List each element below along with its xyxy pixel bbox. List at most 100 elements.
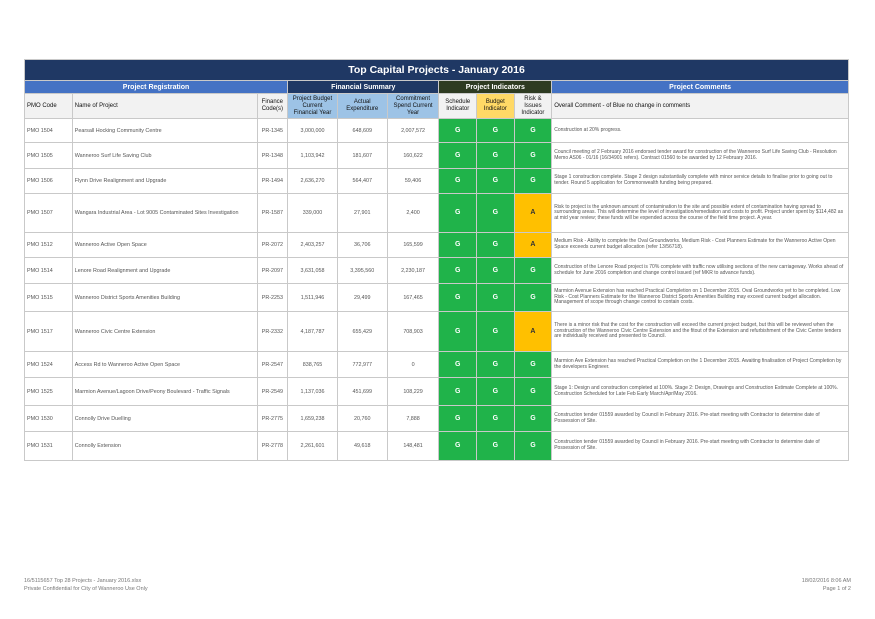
finance-code-cell: PR-2547 <box>256 351 289 378</box>
finance-code-cell: PR-2549 <box>256 377 289 406</box>
project-name-cell: Wanneroo Active Open Space <box>71 232 258 258</box>
project-name-cell: Lenore Road Realignment and Upgrade <box>71 257 258 284</box>
budget-cell: 1,137,036 <box>287 377 338 406</box>
group-registration: Project Registration <box>23 80 289 94</box>
pmo-code-cell: PMO 1517 <box>24 311 73 352</box>
risk-indicator-cell: G <box>513 118 553 143</box>
schedule-indicator-cell: G <box>438 405 478 432</box>
budget-indicator-cell: G <box>476 405 515 432</box>
risk-indicator-cell: G <box>513 257 553 284</box>
finance-code-cell: PR-2778 <box>256 431 289 461</box>
pmo-code-cell: PMO 1524 <box>24 351 73 378</box>
capital-projects-table: Top Capital Projects - January 2016 Proj… <box>23 59 849 461</box>
comment-cell: Construction at 20% progress. <box>551 118 849 143</box>
comment-cell: Construction tender 01559 awarded by Cou… <box>551 431 849 461</box>
commitment-cell: 7,888 <box>386 405 440 432</box>
actual-cell: 655,429 <box>336 311 388 352</box>
finance-code-cell: PR-1494 <box>256 168 289 194</box>
commitment-cell: 0 <box>386 351 440 378</box>
col-pmo-code: PMO Code <box>24 93 73 119</box>
col-budget-indicator: Budget Indicator <box>476 93 515 119</box>
table-row: PMO 1505 Wanneroo Surf Life Saving Club PR… <box>24 142 849 169</box>
group-financial: Financial Summary <box>287 80 440 94</box>
actual-cell: 27,901 <box>336 193 388 233</box>
actual-cell: 49,618 <box>336 431 388 461</box>
comment-cell: Risk to project is the unknown amount of… <box>551 193 849 233</box>
budget-indicator-cell: G <box>476 168 515 194</box>
schedule-indicator-cell: G <box>438 142 478 169</box>
risk-indicator-cell: A <box>513 193 553 233</box>
schedule-indicator-cell: G <box>438 377 478 406</box>
comment-cell: Construction tender 01559 awarded by Cou… <box>551 405 849 432</box>
budget-indicator-cell: G <box>476 431 515 461</box>
table-row: PMO 1512 Wanneroo Active Open Space PR-207… <box>24 232 849 258</box>
commitment-cell: 167,465 <box>386 283 440 312</box>
actual-cell: 564,407 <box>336 168 388 194</box>
risk-indicator-cell: G <box>513 168 553 194</box>
group-comments: Project Comments <box>551 80 849 94</box>
project-rows: PMO 1504 Pearsall Hocking Community Centr… <box>24 118 849 461</box>
risk-indicator-cell: G <box>513 142 553 169</box>
finance-code-cell: PR-2072 <box>256 232 289 258</box>
commitment-cell: 165,599 <box>386 232 440 258</box>
col-overall-comment: Overall Comment - of Blue no change in c… <box>551 93 849 119</box>
pmo-code-cell: PMO 1530 <box>24 405 73 432</box>
finance-code-cell: PR-1345 <box>256 118 289 143</box>
col-finance-code: Finance Code(s) <box>256 93 289 119</box>
commitment-cell: 2,007,572 <box>386 118 440 143</box>
project-name-cell: Connolly Extension <box>71 431 258 461</box>
col-schedule-indicator: Schedule Indicator <box>438 93 478 119</box>
footer-date: 18/02/2016 8:06 AM <box>801 578 851 584</box>
schedule-indicator-cell: G <box>438 283 478 312</box>
risk-indicator-cell: G <box>513 351 553 378</box>
actual-cell: 451,699 <box>336 377 388 406</box>
schedule-indicator-cell: G <box>438 193 478 233</box>
comment-cell: Marmion Avenue Extension has reached Pra… <box>551 283 849 312</box>
pmo-code-cell: PMO 1505 <box>24 142 73 169</box>
table-row: PMO 1524 Access Rd to Wanneroo Active Ope… <box>24 351 849 378</box>
commitment-cell: 708,903 <box>386 311 440 352</box>
project-name-cell: Wanneroo Civic Centre Extension <box>71 311 258 352</box>
footer-right: 18/02/2016 8:06 AM Page 1 of 2 <box>802 577 851 593</box>
commitment-cell: 160,622 <box>386 142 440 169</box>
schedule-indicator-cell: G <box>438 431 478 461</box>
schedule-indicator-cell: G <box>438 311 478 352</box>
budget-indicator-cell: G <box>476 193 515 233</box>
comment-cell: Council meeting of 2 February 2016 endor… <box>551 142 849 169</box>
col-project-name: Name of Project <box>71 93 258 119</box>
pmo-code-cell: PMO 1504 <box>24 118 73 143</box>
budget-cell: 2,403,257 <box>287 232 338 258</box>
table-row: PMO 1531 Connolly Extension PR-2778 2,261,6… <box>24 431 849 461</box>
risk-indicator-cell: A <box>513 311 553 352</box>
col-risk-indicator: Risk & Issues Indicator <box>513 93 553 119</box>
finance-code-cell: PR-2097 <box>256 257 289 284</box>
commitment-cell: 2,230,187 <box>386 257 440 284</box>
report-title: Top Capital Projects - January 2016 <box>24 59 849 81</box>
pmo-code-cell: PMO 1514 <box>24 257 73 284</box>
project-name-cell: Pearsall Hocking Community Centre <box>71 118 258 143</box>
schedule-indicator-cell: G <box>438 257 478 284</box>
table-row: PMO 1515 Wanneroo District Sports Ameniti… <box>24 283 849 312</box>
col-commitment: Commitment Spend Current Year <box>386 93 440 119</box>
comment-cell: Medium Risk - Ability to complete the Ov… <box>551 232 849 258</box>
finance-code-cell: PR-2253 <box>256 283 289 312</box>
budget-indicator-cell: G <box>476 232 515 258</box>
table-row: PMO 1507 Wangara Industrial Area - Lot 90… <box>24 193 849 233</box>
comment-cell: Stage 1: Design and construction complet… <box>551 377 849 406</box>
footer-page: Page 1 of 2 <box>822 586 851 592</box>
project-name-cell: Connolly Drive Duelling <box>71 405 258 432</box>
table-row: PMO 1504 Pearsall Hocking Community Centr… <box>24 118 849 143</box>
table-row: PMO 1530 Connolly Drive Duelling PR-2775 1,… <box>24 405 849 432</box>
budget-cell: 2,261,601 <box>287 431 338 461</box>
risk-indicator-cell: G <box>513 283 553 312</box>
budget-indicator-cell: G <box>476 351 515 378</box>
risk-indicator-cell: G <box>513 377 553 406</box>
actual-cell: 3,395,560 <box>336 257 388 284</box>
table-row: PMO 1514 Lenore Road Realignment and Upgr… <box>24 257 849 284</box>
budget-cell: 3,000,000 <box>287 118 338 143</box>
group-indicators: Project Indicators <box>438 80 553 94</box>
table-row: PMO 1506 Flynn Drive Realignment and Upgr… <box>24 168 849 194</box>
budget-indicator-cell: G <box>476 311 515 352</box>
col-budget: Project Budget Current Financial Year <box>287 93 338 119</box>
project-name-cell: Marmion Avenue/Lagoon Drive/Peony Boulev… <box>71 377 258 406</box>
